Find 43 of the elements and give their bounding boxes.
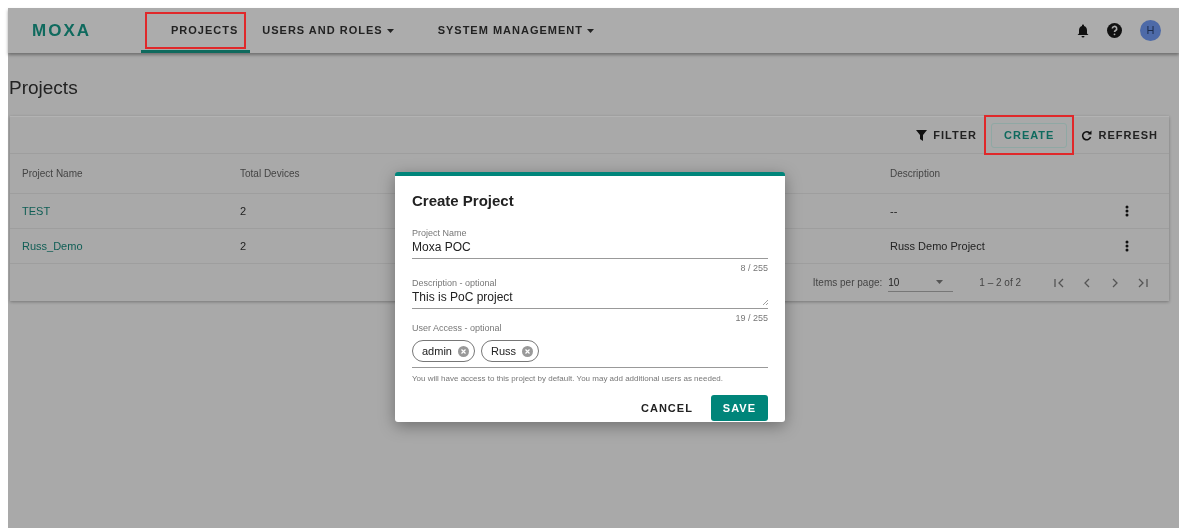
more-menu-icon[interactable] (1125, 205, 1129, 217)
column-header: Description (890, 167, 942, 181)
user-access-field[interactable]: admin Russ (412, 335, 768, 368)
bell-icon[interactable] (1077, 23, 1089, 38)
page-size-select[interactable]: 10 (888, 273, 954, 292)
first-page-icon[interactable] (1053, 276, 1065, 289)
page-range: 1 – 2 of 2 (979, 276, 1021, 290)
dialog-title: Create Project (412, 191, 515, 211)
column-header: Total Devices (240, 167, 301, 181)
field-label: User Access - optional (412, 321, 503, 335)
description-field[interactable]: This is PoC project (412, 290, 768, 309)
character-counter: 8 / 255 (740, 262, 768, 275)
remove-icon[interactable] (522, 345, 534, 357)
table-cell-text: -- (890, 203, 898, 219)
refresh-icon (1081, 129, 1093, 141)
table-cell-text: 2 (240, 203, 247, 219)
character-counter: 19 / 255 (735, 312, 768, 325)
help-icon[interactable] (1107, 23, 1122, 38)
page-title: Projects (8, 76, 79, 100)
field-label: Description - optional (412, 276, 498, 290)
remove-icon[interactable] (457, 345, 469, 357)
more-menu-icon[interactable] (1125, 240, 1129, 252)
caret-icon (386, 28, 394, 33)
nav-tab[interactable]: PROJECTS (141, 8, 251, 53)
caret-icon (586, 28, 594, 33)
dropdown-arrow-icon (936, 280, 944, 284)
resize-handle-icon[interactable] (762, 299, 768, 305)
field-label: Project Name (412, 226, 468, 240)
table-cell-text: 2 (240, 238, 247, 254)
save-button[interactable]: SAVE (710, 395, 768, 421)
project-name-field[interactable]: Moxa POC (412, 240, 768, 259)
items-per-page-label: Items per page: (812, 276, 883, 290)
table-cell-text: Russ Demo Project (890, 238, 985, 254)
refresh-button[interactable]: REFRESH (1081, 126, 1158, 144)
moxa-logo: MOXA (32, 19, 91, 42)
nav-tab[interactable]: USERS AND ROLES (250, 8, 406, 53)
filter-icon (916, 129, 928, 141)
nav-tab[interactable]: SYSTEM MANAGEMENT (425, 8, 606, 53)
filter-button[interactable]: FILTER (916, 126, 977, 144)
last-page-icon[interactable] (1137, 276, 1149, 289)
cancel-button[interactable]: CANCEL (633, 395, 701, 421)
column-header: Project Name (22, 167, 84, 181)
field-hint: You will have access to this project by default. You may add additional users as needed. (412, 373, 724, 385)
